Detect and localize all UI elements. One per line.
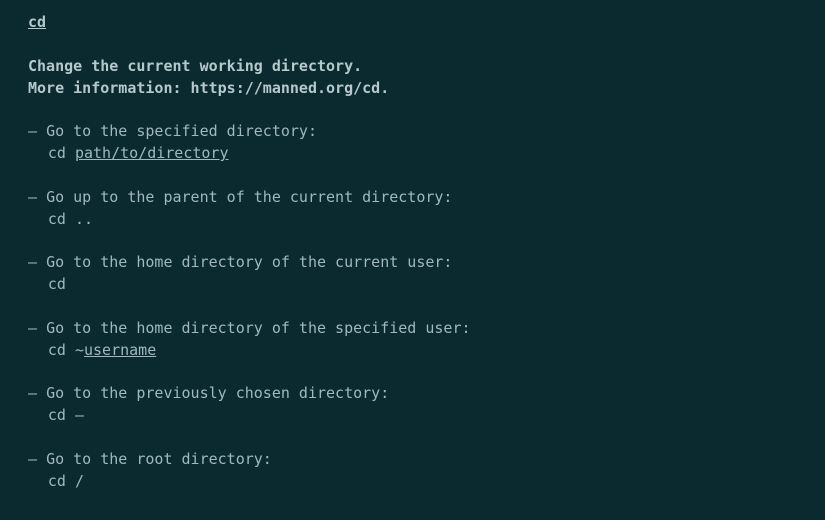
example-entry: Go to the home directory of the specifie… — [28, 318, 797, 362]
example-entry: Go to the home directory of the current … — [28, 252, 797, 296]
example-command: cd path/to/directory — [28, 143, 797, 165]
example-command: cd — [28, 274, 797, 296]
example-command: cd ~username — [28, 340, 797, 362]
example-entry: Go to the previously chosen directory: c… — [28, 383, 797, 427]
cmd-prefix: cd — [48, 144, 75, 162]
example-entry: Go to the specified directory: cd path/t… — [28, 121, 797, 165]
example-description: Go up to the parent of the current direc… — [28, 187, 797, 209]
example-command: cd – — [28, 405, 797, 427]
cmd-prefix: cd .. — [48, 210, 93, 228]
example-description: Go to the specified directory: — [28, 121, 797, 143]
cmd-prefix: cd / — [48, 472, 84, 490]
more-info-line: More information: https://manned.org/cd. — [28, 78, 797, 100]
example-description: Go to the home directory of the current … — [28, 252, 797, 274]
example-command: cd .. — [28, 209, 797, 231]
command-description: Change the current working directory. — [28, 56, 797, 78]
command-title: cd — [28, 12, 46, 34]
cmd-argument: path/to/directory — [75, 144, 229, 162]
cmd-prefix: cd – — [48, 406, 84, 424]
example-description: Go to the home directory of the specifie… — [28, 318, 797, 340]
example-entry: Go up to the parent of the current direc… — [28, 187, 797, 231]
example-description: Go to the previously chosen directory: — [28, 383, 797, 405]
example-command: cd / — [28, 471, 797, 493]
example-entry: Go to the root directory: cd / — [28, 449, 797, 493]
example-description: Go to the root directory: — [28, 449, 797, 471]
cmd-prefix: cd ~ — [48, 341, 84, 359]
cmd-prefix: cd — [48, 275, 66, 293]
cmd-argument: username — [84, 341, 156, 359]
